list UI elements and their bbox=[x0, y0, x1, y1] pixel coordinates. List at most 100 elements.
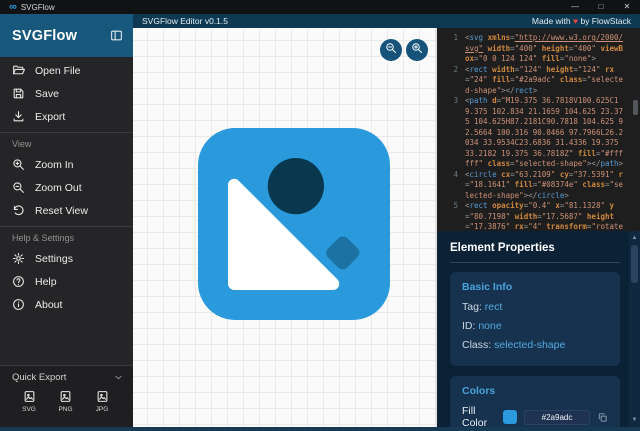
line-number: 2 bbox=[453, 64, 458, 74]
code-text: <rect width="124" height="124" rx="24" f… bbox=[465, 64, 624, 95]
quick-export-jpg-button[interactable]: JPG bbox=[87, 390, 117, 413]
scroll-down-arrow-icon[interactable]: ▼ bbox=[629, 415, 640, 425]
shape-background-rect[interactable] bbox=[198, 128, 390, 320]
quick-export-png-button[interactable]: PNG bbox=[51, 390, 81, 413]
copy-icon[interactable] bbox=[597, 412, 608, 423]
quick-export-header[interactable]: Quick Export bbox=[12, 372, 123, 383]
line-number: 3 bbox=[453, 96, 458, 105]
colors-card: Colors Fill Color #2a9adc Stroke Color n… bbox=[450, 376, 620, 427]
canvas-zoom-in-button[interactable] bbox=[406, 39, 428, 61]
code-line[interactable]: 5 <rect opacity="0.4" x="81.1328" y="80.7… bbox=[445, 201, 640, 231]
code-line[interactable]: 1 <svg xmlns="http://www.w3.org/2000/svg"… bbox=[445, 33, 640, 65]
divider bbox=[450, 262, 620, 263]
save-icon bbox=[12, 87, 25, 100]
maximize-button[interactable]: □ bbox=[588, 0, 614, 14]
window-bottom-border bbox=[0, 427, 640, 431]
sidebar: SVGFlow Open File Save Export View Zoom In Zo… bbox=[0, 14, 133, 427]
colors-heading: Colors bbox=[462, 385, 496, 397]
quick-export-label: Quick Export bbox=[12, 372, 67, 383]
line-number: 4 bbox=[453, 169, 458, 179]
quick-export-buttons: SVG PNG JPG bbox=[12, 383, 123, 413]
class-value: selected-shape bbox=[494, 339, 566, 351]
menu-divider bbox=[0, 226, 133, 227]
element-properties-panel: Element Properties Basic Info Tag: rect … bbox=[437, 231, 640, 427]
sidebar-header: SVGFlow bbox=[0, 14, 133, 57]
download-icon bbox=[12, 110, 25, 123]
quick-export-svg-button[interactable]: SVG bbox=[14, 390, 44, 413]
canvas-zoom-out-button[interactable] bbox=[380, 39, 402, 61]
window-controls: — □ ✕ bbox=[562, 0, 640, 14]
folder-open-icon bbox=[12, 64, 25, 77]
sidebar-item-label: Zoom Out bbox=[35, 181, 82, 194]
tag-label: Tag: bbox=[462, 301, 482, 313]
sidebar-title: SVGFlow bbox=[12, 27, 78, 44]
gear-icon bbox=[12, 252, 25, 265]
sidebar-item-about[interactable]: About bbox=[0, 293, 133, 316]
svg-code-editor[interactable]: 1 <svg xmlns="http://www.w3.org/2000/svg"… bbox=[437, 28, 640, 231]
app-title: SVGFlow bbox=[20, 2, 55, 12]
line-number: 1 bbox=[453, 33, 458, 42]
menu-divider bbox=[0, 132, 133, 133]
sidebar-item-settings[interactable]: Settings bbox=[0, 247, 133, 270]
credit-suffix: by FlowStack bbox=[580, 16, 631, 26]
basic-info-card: Basic Info Tag: rect ID: none Class: sel… bbox=[450, 272, 620, 366]
code-line[interactable]: 2 <rect width="124" height="124" rx="24" … bbox=[445, 65, 640, 97]
id-value: none bbox=[478, 320, 502, 332]
sidebar-item-help[interactable]: Help bbox=[0, 270, 133, 293]
code-line[interactable]: 4 <circle cx="63.2109" cy="37.5391" r="18… bbox=[445, 170, 640, 202]
code-line[interactable]: 3 <path d="M19.375 36.7818V100.625C19.375… bbox=[445, 96, 640, 170]
zoom-in-icon bbox=[411, 41, 423, 59]
minimize-button[interactable]: — bbox=[562, 0, 588, 14]
fill-color-swatch[interactable] bbox=[503, 410, 517, 424]
class-label: Class: bbox=[462, 339, 492, 351]
heart-icon: ♥ bbox=[573, 16, 579, 26]
credit-prefix: Made with bbox=[531, 16, 571, 26]
tag-value: rect bbox=[484, 301, 503, 313]
fill-color-label: Fill Color bbox=[462, 405, 488, 427]
shape-circle[interactable] bbox=[267, 158, 324, 215]
editor-canvas[interactable] bbox=[133, 28, 437, 427]
sidebar-item-export[interactable]: Export bbox=[0, 105, 133, 128]
sidebar-item-label: Export bbox=[35, 110, 66, 123]
id-row: ID: none bbox=[462, 320, 608, 332]
properties-scrollbar-thumb[interactable] bbox=[631, 245, 638, 283]
editor-title: SVGFlow Editor v0.1.5 bbox=[142, 16, 228, 26]
file-image-icon bbox=[23, 390, 36, 403]
code-scrollbar-thumb[interactable] bbox=[633, 100, 638, 115]
sidebar-item-label: About bbox=[35, 298, 63, 311]
file-image-icon bbox=[96, 390, 109, 403]
app-logo-infinity-icon: ∞ bbox=[9, 1, 17, 13]
chevron-down-icon bbox=[114, 373, 123, 382]
quick-export-format-label: PNG bbox=[58, 406, 73, 413]
file-image-icon bbox=[59, 390, 72, 403]
code-text: <circle cx="63.2109" cy="37.5391" r="18.… bbox=[465, 169, 624, 200]
fill-color-value-field[interactable]: #2a9adc bbox=[524, 409, 590, 425]
fill-color-row: Fill Color #2a9adc bbox=[462, 405, 608, 427]
sidebar-menu: Open File Save Export View Zoom In Zoom Out Re… bbox=[0, 57, 133, 365]
credit-text: Made with ♥ by FlowStack bbox=[532, 16, 631, 26]
sidebar-item-zoom-out[interactable]: Zoom Out bbox=[0, 176, 133, 199]
window-titlebar: ∞ SVGFlow — □ ✕ bbox=[0, 0, 640, 14]
sidebar-item-label: Reset View bbox=[35, 204, 88, 217]
sidebar-item-label: Settings bbox=[35, 252, 73, 265]
quick-export-format-label: JPG bbox=[95, 406, 109, 413]
scroll-up-arrow-icon[interactable]: ▲ bbox=[629, 233, 640, 243]
collapse-sidebar-icon[interactable] bbox=[110, 29, 123, 42]
zoom-out-icon bbox=[385, 41, 397, 59]
sidebar-item-open-file[interactable]: Open File bbox=[0, 59, 133, 82]
properties-scrollbar[interactable]: ▲ ▼ bbox=[629, 231, 640, 427]
sidebar-item-label: Zoom In bbox=[35, 158, 74, 171]
close-button[interactable]: ✕ bbox=[614, 0, 640, 14]
id-label: ID: bbox=[462, 320, 476, 332]
sidebar-item-zoom-in[interactable]: Zoom In bbox=[0, 153, 133, 176]
zoom-out-icon bbox=[12, 181, 25, 194]
code-text: <svg xmlns="http://www.w3.org/2000/svg" … bbox=[465, 33, 624, 63]
editor-header-strip: SVGFlow Editor v0.1.5 Made with ♥ by Flo… bbox=[133, 14, 640, 28]
basic-info-heading: Basic Info bbox=[462, 281, 513, 293]
sidebar-item-label: Help bbox=[35, 275, 57, 288]
section-label-view: View bbox=[12, 139, 32, 149]
sidebar-item-reset-view[interactable]: Reset View bbox=[0, 199, 133, 222]
sidebar-item-save[interactable]: Save bbox=[0, 82, 133, 105]
svg-artwork[interactable] bbox=[198, 128, 390, 320]
reset-icon bbox=[12, 204, 25, 217]
